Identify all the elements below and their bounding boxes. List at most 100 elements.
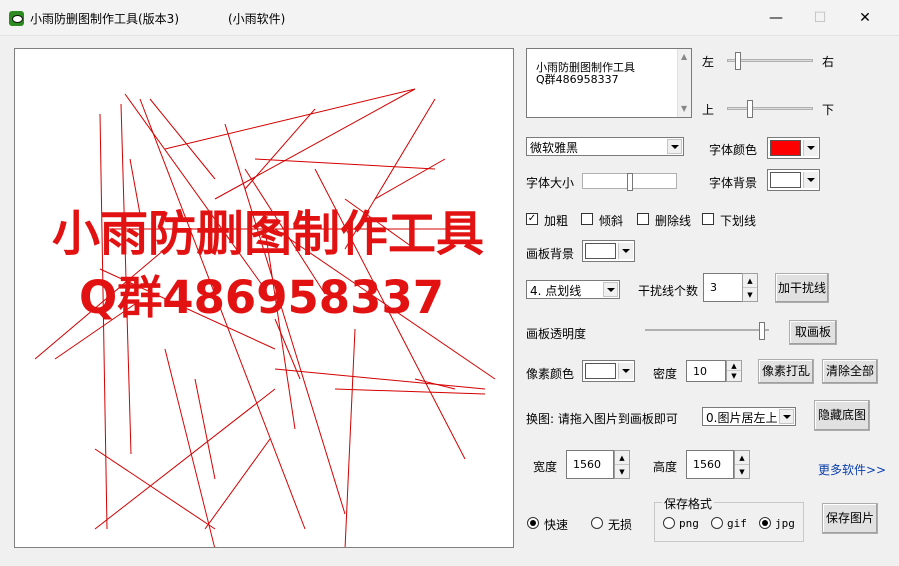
add-noise-button[interactable]: 加干扰线 xyxy=(775,273,829,303)
line-style-select[interactable]: 4. 点划线 xyxy=(526,280,620,299)
density-label: 密度 xyxy=(653,367,678,381)
window-subtitle: (小雨软件) xyxy=(228,12,286,26)
jpg-radio[interactable] xyxy=(759,517,771,529)
scramble-pixels-button[interactable]: 像素打乱 xyxy=(758,359,814,384)
more-software-link[interactable]: 更多软件>> xyxy=(818,461,886,478)
take-board-button[interactable]: 取画板 xyxy=(789,320,837,345)
noise-line xyxy=(254,158,436,170)
noise-line xyxy=(344,328,356,547)
noise-line xyxy=(94,388,276,530)
spin-down-icon[interactable]: ▼ xyxy=(743,288,757,302)
hide-base-image-button[interactable]: 隐藏底图 xyxy=(814,400,870,431)
strikethrough-checkbox[interactable] xyxy=(637,213,649,225)
density-input[interactable]: 10 xyxy=(686,360,726,382)
close-button[interactable]: ✕ xyxy=(855,8,875,28)
font-color-picker[interactable] xyxy=(767,137,820,159)
down-label: 下 xyxy=(822,103,835,117)
text-input-scrollbar[interactable]: ▲ ▼ xyxy=(677,49,691,117)
minimize-button[interactable]: — xyxy=(766,8,786,28)
chevron-down-icon[interactable] xyxy=(618,243,633,259)
spin-up-icon[interactable]: ▲ xyxy=(735,451,749,465)
scroll-up-icon[interactable]: ▲ xyxy=(681,51,687,63)
italic-checkbox[interactable] xyxy=(581,213,593,225)
width-spinner[interactable]: ▲ ▼ xyxy=(614,450,630,479)
save-image-button[interactable]: 保存图片 xyxy=(822,503,878,534)
noise-line xyxy=(164,348,216,547)
vertical-position-slider[interactable] xyxy=(727,100,813,118)
slider-track xyxy=(645,329,769,331)
spin-up-icon[interactable]: ▲ xyxy=(615,451,629,465)
text-input[interactable]: 小雨防删图制作工具 Q群486958337 ▲ ▼ xyxy=(526,48,692,118)
font-bg-label: 字体背景 xyxy=(709,176,758,190)
clear-all-button[interactable]: 清除全部 xyxy=(822,359,878,384)
underline-label: 下划线 xyxy=(720,214,757,228)
font-bg-picker[interactable] xyxy=(767,169,820,191)
canvas-text-line-1: 小雨防删图制作工具 xyxy=(52,206,485,262)
canvas-text-line-2: Q群486958337 xyxy=(79,271,445,324)
spin-down-icon[interactable]: ▼ xyxy=(727,371,741,381)
italic-label: 倾斜 xyxy=(599,214,624,228)
board-opacity-label: 画板透明度 xyxy=(526,327,587,341)
swap-image-label: 换图: 请拖入图片到画板即可 xyxy=(526,412,678,426)
horizontal-position-slider[interactable] xyxy=(727,52,813,70)
left-label: 左 xyxy=(702,55,715,69)
spin-down-icon[interactable]: ▼ xyxy=(735,465,749,479)
right-label: 右 xyxy=(822,55,835,69)
density-spinner[interactable]: ▲ ▼ xyxy=(726,360,742,382)
strikethrough-label: 删除线 xyxy=(655,214,692,228)
width-label: 宽度 xyxy=(533,460,558,474)
height-input[interactable]: 1560 xyxy=(686,450,734,479)
slider-thumb[interactable] xyxy=(627,173,633,191)
height-label: 高度 xyxy=(653,460,678,474)
chevron-down-icon[interactable] xyxy=(603,282,618,297)
slider-thumb[interactable] xyxy=(759,322,765,340)
noise-line xyxy=(194,378,216,480)
board-bg-picker[interactable] xyxy=(582,240,635,262)
board-bg-label: 画板背景 xyxy=(526,247,575,261)
spin-down-icon[interactable]: ▼ xyxy=(615,465,629,479)
app-eye-icon xyxy=(9,11,24,26)
font-size-label: 字体大小 xyxy=(526,176,575,190)
slider-thumb[interactable] xyxy=(747,100,753,118)
spin-up-icon[interactable]: ▲ xyxy=(743,274,757,288)
chevron-down-icon[interactable] xyxy=(803,172,818,188)
board-opacity-slider[interactable] xyxy=(645,322,769,340)
noise-line xyxy=(374,158,446,200)
chevron-down-icon[interactable] xyxy=(618,363,633,379)
drawing-board[interactable]: 小雨防删图制作工具 Q群486958337 xyxy=(14,48,514,548)
pixel-color-swatch xyxy=(585,363,616,379)
font-family-select[interactable]: 微软雅黑 xyxy=(526,137,684,156)
image-position-select[interactable]: 0.图片居左上 xyxy=(702,407,796,426)
noise-count-spinner[interactable]: ▲ ▼ xyxy=(742,273,758,302)
title-bar: 小雨防删图制作工具(版本3) (小雨软件) — ☐ ✕ xyxy=(0,0,899,36)
underline-checkbox[interactable] xyxy=(702,213,714,225)
board-bg-swatch xyxy=(585,243,616,259)
lossless-save-radio[interactable] xyxy=(591,517,603,529)
height-spinner[interactable]: ▲ ▼ xyxy=(734,450,750,479)
up-label: 上 xyxy=(702,103,715,117)
chevron-down-icon[interactable] xyxy=(667,139,682,154)
image-position-value: 0.图片居左上 xyxy=(706,411,778,425)
noise-line xyxy=(274,368,486,390)
scroll-down-icon[interactable]: ▼ xyxy=(681,103,687,115)
gif-radio[interactable] xyxy=(711,517,723,529)
pixel-color-label: 像素颜色 xyxy=(526,367,575,381)
fast-save-label: 快速 xyxy=(544,518,569,532)
noise-line xyxy=(414,378,456,390)
png-radio[interactable] xyxy=(663,517,675,529)
jpg-label: jpg xyxy=(775,517,795,530)
chevron-down-icon[interactable] xyxy=(803,140,818,156)
bold-checkbox[interactable]: ✓ xyxy=(526,213,538,225)
pixel-color-picker[interactable] xyxy=(582,360,635,382)
fast-save-radio[interactable] xyxy=(527,517,539,529)
noise-count-input[interactable]: 3 xyxy=(703,273,743,302)
chevron-down-icon[interactable] xyxy=(779,409,794,424)
font-size-slider[interactable] xyxy=(582,173,677,191)
png-label: png xyxy=(679,517,699,530)
slider-thumb[interactable] xyxy=(735,52,741,70)
font-family-value: 微软雅黑 xyxy=(530,141,579,155)
spin-up-icon[interactable]: ▲ xyxy=(727,361,741,371)
noise-line xyxy=(334,388,486,395)
width-input[interactable]: 1560 xyxy=(566,450,614,479)
maximize-button[interactable]: ☐ xyxy=(810,8,830,28)
